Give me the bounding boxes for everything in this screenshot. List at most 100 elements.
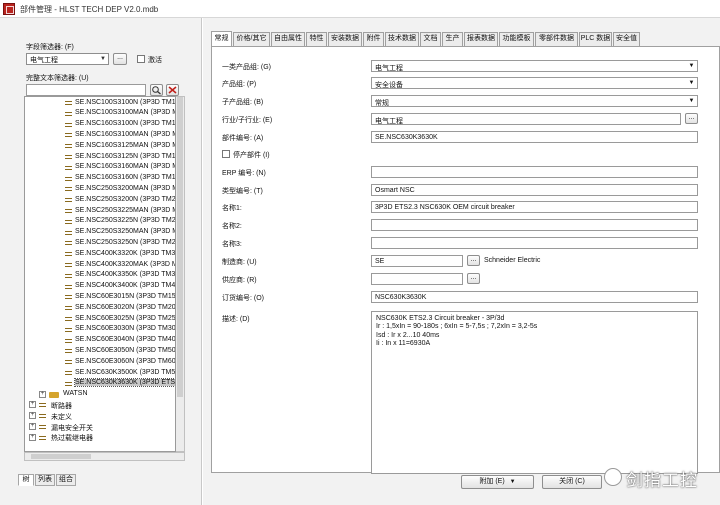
fulltext-filter-input[interactable] xyxy=(26,84,146,96)
tree-item[interactable]: SE.NSC250S3225MAN (3P3D M xyxy=(25,206,176,216)
browse-button[interactable]: ... xyxy=(685,113,698,124)
tree-item-label: SE.NSC160S3100MAN (3P3D M xyxy=(75,130,176,138)
add-button[interactable]: 附加 (E) ▼ xyxy=(461,475,534,489)
description-textarea[interactable]: NSC630K ETS2.3 Circuit breaker - 3P/3d Ir… xyxy=(371,311,698,474)
text-field[interactable] xyxy=(371,237,698,249)
tab-2[interactable]: 自由属性 xyxy=(271,32,305,46)
text-field[interactable] xyxy=(371,273,463,285)
search-button[interactable] xyxy=(150,84,163,96)
tree-item-label: SE.NSC60E3025N (3P3D TM25 xyxy=(75,314,176,322)
tree-item-label: SE.NSC250S3225MAN (3P3D M xyxy=(75,206,176,214)
tree-item[interactable]: SE.NSC60E3015N (3P3D TM15 xyxy=(25,292,175,302)
tree-item[interactable]: SE.NSC60E3030N (3P3D TM30 xyxy=(25,325,175,335)
tab-1[interactable]: 价格/其它 xyxy=(233,32,270,46)
text-field[interactable]: Osmart NSC xyxy=(371,184,698,196)
text-field[interactable] xyxy=(371,219,698,231)
tree-item[interactable]: SE.NSC60E3020N (3P3D TM20 xyxy=(25,303,175,313)
tab-5[interactable]: 附件 xyxy=(363,32,384,46)
tree-item[interactable]: SE.NSC250S3200MAN (3P3D M xyxy=(25,184,175,194)
expand-icon[interactable]: + xyxy=(29,412,36,420)
expand-icon[interactable]: + xyxy=(39,390,46,398)
activate-checkbox[interactable] xyxy=(137,55,145,63)
text-field[interactable] xyxy=(371,166,698,178)
chevron-down-icon: ▼ xyxy=(688,98,695,104)
part-icon xyxy=(65,176,72,181)
tree-item[interactable]: SE.NSC160S3160MAN (3P3D M xyxy=(25,163,175,173)
tree-item[interactable]: SE.NSC250S3225N (3P3D TM2 xyxy=(25,217,176,227)
tree-item[interactable]: SE.NSC60E3040N (3P3D TM40 xyxy=(25,336,175,346)
tab-11[interactable]: 零部件数据 xyxy=(535,32,578,46)
tree-group[interactable]: + 漏电安全开关 xyxy=(25,422,175,432)
text-field[interactable]: NSC630K3630K xyxy=(371,291,698,303)
tab-8[interactable]: 生产 xyxy=(442,32,463,46)
expand-icon[interactable]: + xyxy=(29,433,36,441)
tree-item[interactable]: SE.NSC160S3125MAN (3P3D M xyxy=(25,141,176,151)
browse-button[interactable]: ... xyxy=(467,273,480,284)
select-field[interactable]: 电气工程 ▼ xyxy=(371,60,698,72)
tree-item[interactable]: SE.NSC60E3050N (3P3D TM50 xyxy=(25,346,175,356)
tab-9[interactable]: 报表数据 xyxy=(464,32,498,46)
tab-7[interactable]: 文档 xyxy=(420,32,441,46)
tab-3[interactable]: 特性 xyxy=(306,32,327,46)
tree-item[interactable]: SE.NSC160S3125N (3P3D TM1 xyxy=(25,152,175,162)
property-tabs: 常规 价格/其它 自由属性 特性 安装数据 附件 技术数据 文档 生产 报表数据 功能模板 零部件数据… xyxy=(211,31,720,46)
tree-item[interactable]: SE.NSC250S3250N (3P3D TM2 xyxy=(25,238,175,248)
tree-item[interactable]: SE.NSC400K3320MAK (3P3D M xyxy=(25,260,175,270)
tree-item-label: SE.NSC250S3225N (3P3D TM2 xyxy=(75,217,176,225)
tab-tree[interactable]: 树 xyxy=(18,474,34,486)
tree-group[interactable]: + 断路器 xyxy=(25,400,175,410)
tree-item-label: SE.NSC630K3630K (3P3D ETS2 xyxy=(74,378,175,388)
tree-item[interactable]: SE.NSC100S3100N (3P3D TM1 xyxy=(25,98,175,108)
close-button[interactable]: 关闭 (C) xyxy=(542,475,602,489)
tab-4[interactable]: 安装数据 xyxy=(328,32,362,46)
text-field[interactable]: SE xyxy=(371,255,463,267)
field-label: 一类产品组: (G) xyxy=(222,64,271,71)
tree-item[interactable]: SE.NSC400K3320K (3P3D TM3 xyxy=(25,249,175,259)
tree-item[interactable]: SE.NSC60E3060N (3P3D TM60 xyxy=(25,357,175,367)
tab-12[interactable]: PLC 数据 xyxy=(579,32,612,46)
chevron-down-icon: ▼ xyxy=(688,80,695,86)
tree-item[interactable]: SE.NSC400K3350K (3P3D TM3 xyxy=(25,271,175,281)
tree-item[interactable]: SE.NSC630K3500K (3P3D TM5 xyxy=(25,368,175,378)
tree-group[interactable]: + 热过载继电器 xyxy=(25,433,175,443)
tree-item[interactable]: SE.NSC60E3025N (3P3D TM25 xyxy=(25,314,176,324)
scrollbar-thumb[interactable] xyxy=(177,97,183,397)
scrollbar-thumb[interactable] xyxy=(31,454,91,459)
tab-10[interactable]: 功能模板 xyxy=(499,32,534,46)
select-field[interactable]: 常规 ▼ xyxy=(371,95,698,107)
clear-filter-button[interactable] xyxy=(166,84,179,96)
tree-item[interactable]: SE.NSC160S3100MAN (3P3D M xyxy=(25,130,176,140)
discontinued-checkbox[interactable] xyxy=(222,150,230,158)
tree-item[interactable]: SE.NSC160S3160N (3P3D TM1 xyxy=(25,174,175,184)
select-field[interactable]: 安全设备 ▼ xyxy=(371,77,698,89)
tree-vertical-scrollbar[interactable] xyxy=(176,96,185,452)
group-icon xyxy=(39,403,46,408)
field-value: 电气工程 xyxy=(375,117,403,125)
text-field[interactable]: 电气工程 xyxy=(371,113,681,125)
tree-item[interactable]: SE.NSC250S3250MAN (3P3D M xyxy=(25,228,175,238)
tree-item[interactable]: SE.NSC100S3100MAN (3P3D M xyxy=(25,109,175,119)
text-field[interactable]: 3P3D ETS2.3 NSC630K OEM circuit breaker xyxy=(371,201,698,213)
tab-13[interactable]: 安全值 xyxy=(613,32,640,46)
tab-list[interactable]: 列表 xyxy=(35,474,55,486)
field-filter-ellipsis-button[interactable]: ... xyxy=(113,53,127,65)
part-tree[interactable]: SE.NSC100S3100N (3P3D TM1 SE.NSC100S3100M… xyxy=(24,96,176,452)
general-panel: 一类产品组: (G) 电气工程 ▼ 产品组: (P) 安全设备 ▼ 子产品组: (B) 常规 ▼… xyxy=(211,46,720,474)
tab-6[interactable]: 技术数据 xyxy=(385,32,419,46)
browse-button[interactable]: ... xyxy=(467,255,480,266)
tree-group[interactable]: + WATSN xyxy=(25,390,175,400)
clear-icon xyxy=(168,86,177,94)
tab-combined[interactable]: 组合 xyxy=(56,474,76,486)
expand-icon[interactable]: + xyxy=(29,423,36,430)
tree-group[interactable]: + 未定义 xyxy=(25,411,175,421)
tree-item-label: SE.NSC160S3125MAN (3P3D M xyxy=(75,141,176,149)
tree-horizontal-scrollbar[interactable] xyxy=(24,452,185,461)
field-filter-select[interactable]: 电气工程 ▼ xyxy=(26,53,109,65)
tree-item[interactable]: SE.NSC160S3100N (3P3D TM1 xyxy=(25,120,175,130)
tab-0[interactable]: 常规 xyxy=(211,31,232,46)
tree-item[interactable]: SE.NSC250S3200N (3P3D TM2 xyxy=(25,195,175,205)
text-field[interactable]: SE.NSC630K3630K xyxy=(371,131,698,143)
tree-item[interactable]: SE.NSC630K3630K (3P3D ETS2 xyxy=(25,378,175,389)
tree-item[interactable]: SE.NSC400K3400K (3P3D TM4 xyxy=(25,282,175,292)
expand-icon[interactable]: + xyxy=(29,401,36,409)
